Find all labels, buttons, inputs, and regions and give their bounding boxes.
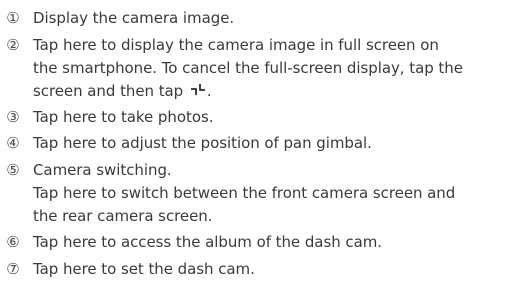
instruction-list: ① Display the camera image. ② Tap here t… <box>0 0 526 289</box>
item-number: ② <box>6 36 20 54</box>
item-text: Tap here to adjust the position of pan g… <box>33 134 372 152</box>
item-text: screen and then tap <box>33 82 184 100</box>
item-text: Camera switching. <box>33 161 172 179</box>
item-text: Display the camera image. <box>33 9 235 27</box>
item-text: the rear camera screen. <box>33 207 213 225</box>
exit-fullscreen-icon <box>190 84 205 95</box>
item-text-with-icon: screen and then tap . <box>33 79 212 103</box>
item-number: ⑥ <box>6 233 20 251</box>
item-text: Tap here to access the album of the dash… <box>33 233 383 251</box>
item-number: ⑦ <box>6 260 20 278</box>
item-text: Tap here to set the dash cam. <box>33 260 255 278</box>
item-number: ⑤ <box>6 161 20 179</box>
item-number: ④ <box>6 134 20 152</box>
item-text: Tap here to switch between the front cam… <box>33 184 456 202</box>
item-text: Tap here to take photos. <box>33 108 214 126</box>
item-number: ① <box>6 9 20 27</box>
item-number: ③ <box>6 108 20 126</box>
item-text: . <box>206 82 212 100</box>
item-text: the smartphone. To cancel the full-scree… <box>33 59 463 77</box>
item-text: Tap here to display the camera image in … <box>33 36 439 54</box>
